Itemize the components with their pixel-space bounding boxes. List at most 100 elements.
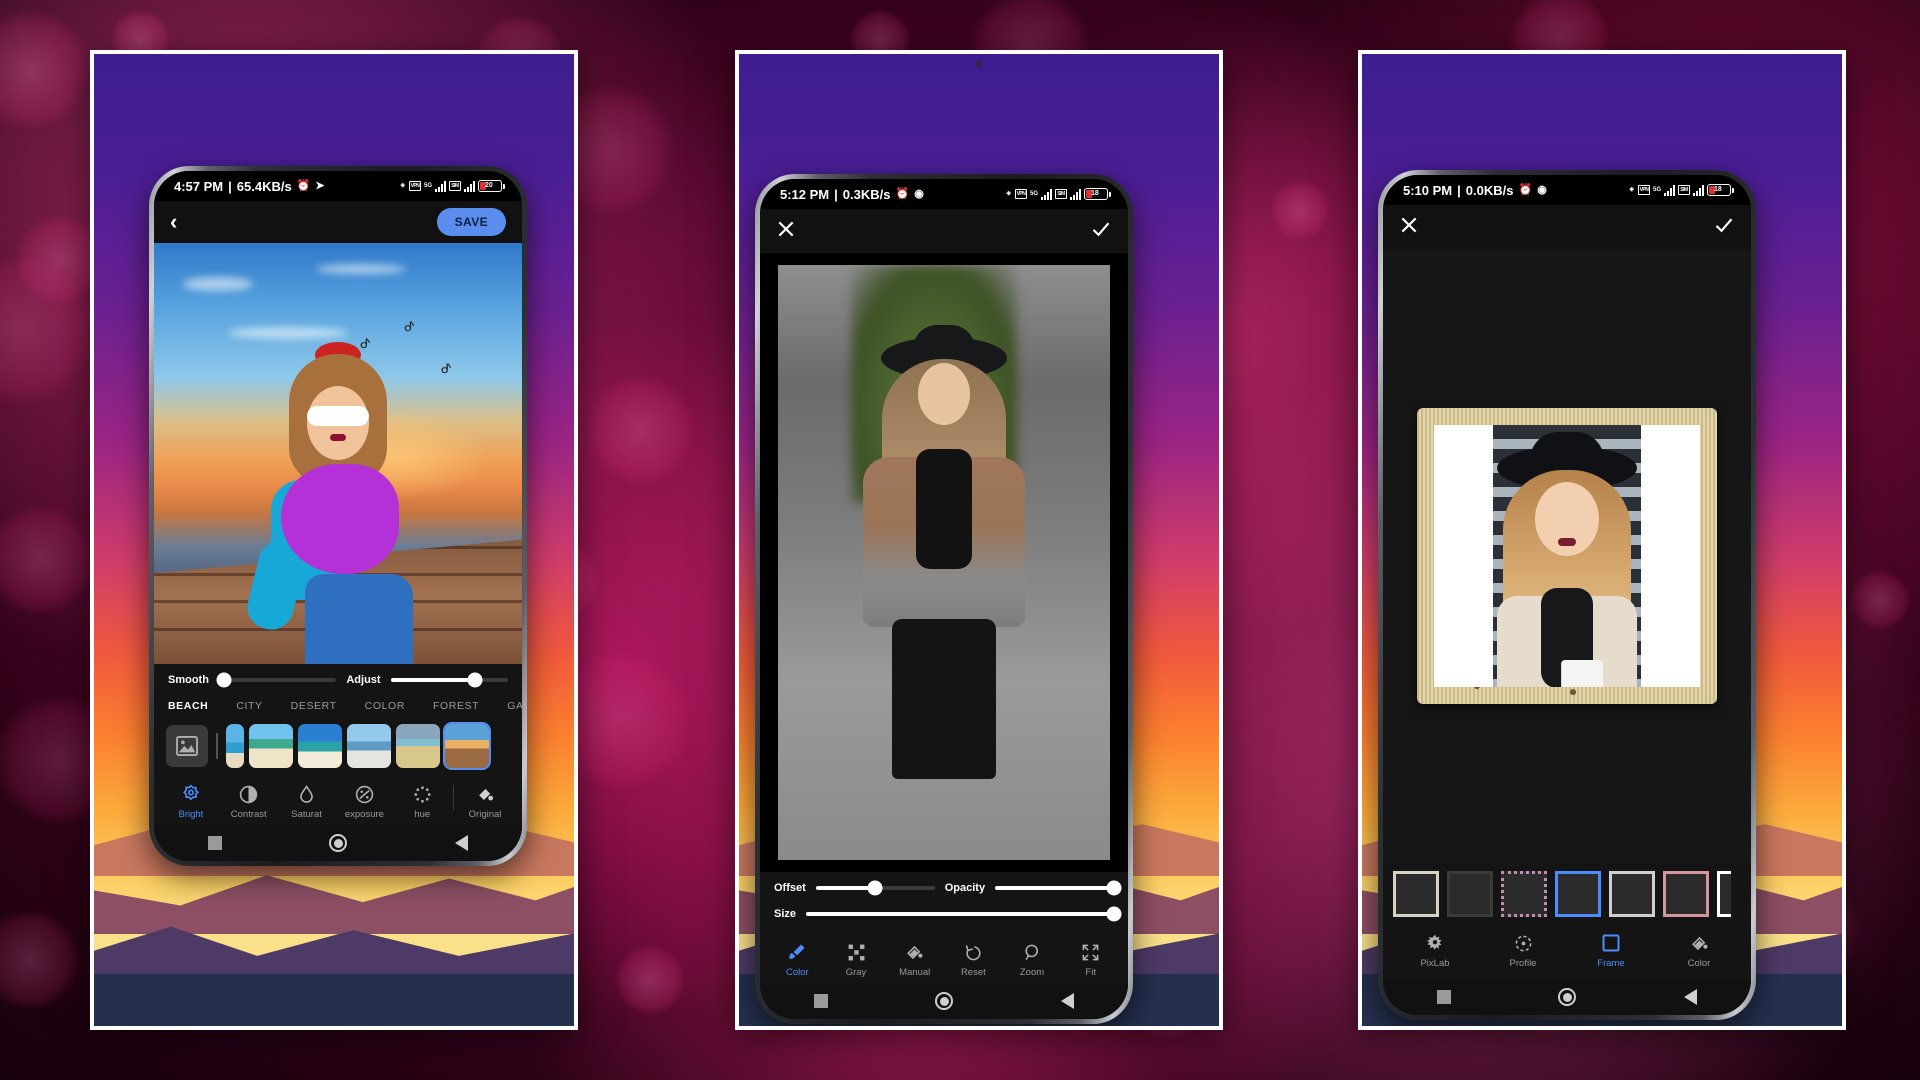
contrast-icon: [238, 783, 260, 805]
recents-square-icon[interactable]: [813, 994, 828, 1008]
frame-thumb-3[interactable]: [1501, 871, 1547, 917]
close-x-icon: [778, 221, 794, 237]
telegram-icon: ➤: [315, 179, 325, 192]
thumbnail-beach-4[interactable]: [396, 724, 440, 768]
save-button[interactable]: SAVE: [436, 208, 506, 236]
battery-level: 20: [485, 182, 493, 189]
adjust-slider[interactable]: [390, 672, 508, 688]
recents-square-icon[interactable]: [1436, 990, 1451, 1004]
background-thumbnail-strip[interactable]: [154, 720, 522, 776]
tool-label: Original: [468, 809, 502, 820]
tool-label: Reset: [960, 967, 986, 978]
android-nav-bar-3: [1383, 979, 1751, 1015]
tool-gray[interactable]: Gray: [827, 941, 886, 978]
back-triangle-icon[interactable]: [1684, 989, 1698, 1005]
size-slider[interactable]: [806, 906, 1122, 922]
magnifier-icon: [1021, 941, 1043, 963]
phone-screen-2: 5:12 PM | 0.3KB/s ⏰ ◉ ᛭ VPN 5G SIM 18 Of…: [760, 179, 1128, 1019]
bluetooth-icon: ᛭: [399, 179, 406, 192]
status-net-speed: 65.4KB/s: [236, 178, 292, 194]
category-tab-desert[interactable]: DESERT: [291, 700, 365, 712]
thumbnail-beach-3[interactable]: [347, 724, 391, 768]
home-circle-icon[interactable]: [1558, 988, 1577, 1006]
tool-frame[interactable]: Frame: [1567, 932, 1655, 969]
phone-frame-3: 5:10 PM | 0.0KB/s ⏰ ◉ ᛭ VPN 5G SIM 18 Pi…: [1378, 170, 1756, 1020]
subject-3: [1487, 431, 1647, 687]
photo-canvas-1[interactable]: ᕷ ᕷ ᕷ ᕷ: [154, 243, 522, 664]
tool-bright[interactable]: Bright: [162, 783, 220, 820]
frame-thumb-7[interactable]: [1717, 871, 1731, 917]
thumbnail-beach-pier[interactable]: [443, 722, 491, 770]
confirm-button[interactable]: [1090, 219, 1112, 243]
tool-label: Color: [1687, 958, 1711, 969]
home-circle-icon[interactable]: [935, 992, 954, 1010]
tool-exposure[interactable]: exposure: [335, 783, 393, 820]
status-net-speed: 0.3KB/s: [842, 186, 891, 202]
category-tab-color[interactable]: COLOR: [365, 700, 433, 712]
category-tab-garden[interactable]: GAR: [507, 700, 522, 712]
offset-label: Offset: [774, 882, 806, 894]
close-button[interactable]: [1399, 215, 1419, 239]
tool-saturation[interactable]: Saturat: [278, 783, 336, 820]
offset-slider[interactable]: [815, 880, 935, 896]
confirm-button[interactable]: [1713, 215, 1735, 239]
slider-row-offset-opacity: Offset Opacity: [760, 872, 1128, 904]
status-time: 5:12 PM: [780, 186, 830, 202]
android-nav-bar-1: [154, 825, 522, 861]
phone-frame-1: 4:57 PM | 65.4KB/s ⏰ ➤ ᛭ VPN 5G SIM 20 ‹…: [149, 166, 527, 866]
phone-frame-2: 5:12 PM | 0.3KB/s ⏰ ◉ ᛭ VPN 5G SIM 18 Of…: [755, 174, 1133, 1024]
tool-profile[interactable]: Profile: [1479, 932, 1567, 969]
color-splash-photo: [778, 265, 1110, 860]
back-button[interactable]: ‹: [170, 211, 177, 233]
category-tab-city[interactable]: CITY: [236, 700, 290, 712]
sim-icon: SIM: [1678, 185, 1690, 195]
frame-thumb-5[interactable]: [1609, 871, 1655, 917]
tool-manual[interactable]: Manual: [885, 941, 944, 978]
opacity-slider[interactable]: [995, 880, 1122, 896]
no-background-button[interactable]: [166, 725, 208, 767]
tool-fit[interactable]: Fit: [1061, 941, 1120, 978]
thumbnail-beach-2[interactable]: [298, 724, 342, 768]
tool-pixlab[interactable]: PixLab: [1391, 932, 1479, 969]
tool-hue[interactable]: hue: [393, 783, 451, 820]
tool-color-3[interactable]: Color: [1655, 932, 1743, 969]
signal-bars-icon: [1664, 184, 1675, 196]
tool-zoom[interactable]: Zoom: [1003, 941, 1062, 978]
recents-square-icon[interactable]: [207, 836, 222, 850]
frame-thumb-1[interactable]: [1393, 871, 1439, 917]
category-tab-beach[interactable]: BEACH: [168, 700, 236, 712]
frame-thumb-2[interactable]: [1447, 871, 1493, 917]
cutout-subject-1: [242, 334, 433, 664]
tool-label: Color: [785, 967, 809, 978]
frame-thumbnail-strip[interactable]: [1383, 863, 1751, 925]
photo-canvas-3[interactable]: [1383, 249, 1751, 863]
vpn-icon: VPN: [408, 181, 421, 191]
signal-bars-icon-2: [464, 180, 475, 192]
paint-bucket-icon: [1688, 932, 1710, 954]
home-circle-icon[interactable]: [329, 834, 348, 852]
photo-canvas-2[interactable]: [760, 253, 1128, 872]
tool-reset[interactable]: Reset: [944, 941, 1003, 978]
subject-2: [839, 324, 1049, 860]
back-triangle-icon[interactable]: [1061, 993, 1075, 1009]
frame-thumb-6[interactable]: [1663, 871, 1709, 917]
tool-color[interactable]: Color: [768, 941, 827, 978]
tool-label: Bright: [178, 809, 204, 820]
tool-original[interactable]: Original: [456, 783, 514, 820]
frame-thumb-4[interactable]: [1555, 871, 1601, 917]
thumbnail-beach-1[interactable]: [249, 724, 293, 768]
back-triangle-icon[interactable]: [455, 835, 469, 851]
thumbnail-beach-0[interactable]: [226, 724, 244, 768]
signal-bars-icon: [1041, 188, 1052, 200]
status-bar-3: 5:10 PM | 0.0KB/s ⏰ ◉ ᛭ VPN 5G SIM 18: [1383, 175, 1751, 205]
category-tab-forest[interactable]: FOREST: [433, 700, 507, 712]
tool-label: Saturat: [291, 809, 322, 820]
brightness-icon: [180, 783, 202, 805]
tool-contrast[interactable]: Contrast: [220, 783, 278, 820]
status-separator: |: [228, 178, 232, 194]
controls-panel-2: Offset Opacity Size Color Gray Manual Re…: [760, 872, 1128, 983]
signal-5g-icon: 5G: [1029, 191, 1038, 197]
smooth-slider[interactable]: [216, 672, 337, 688]
signal-bars-icon-2: [1070, 188, 1081, 200]
close-button[interactable]: [776, 219, 796, 243]
